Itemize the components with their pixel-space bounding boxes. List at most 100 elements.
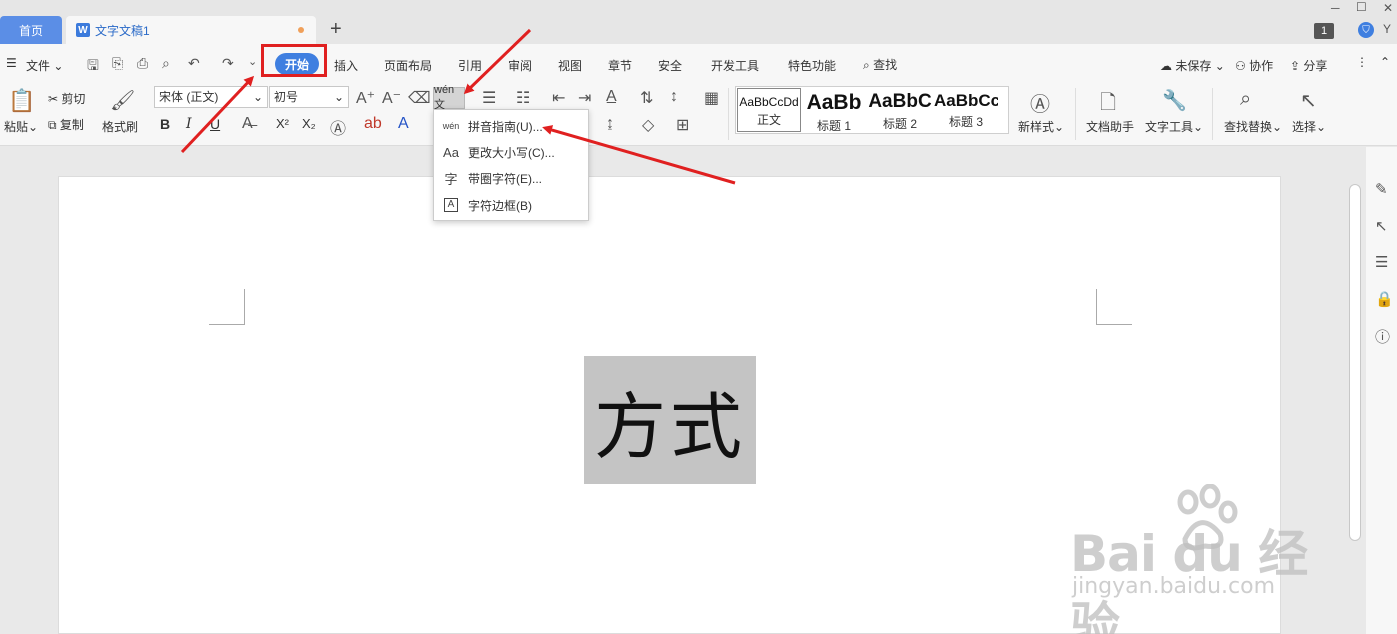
magnifier-icon[interactable]: ⌕ (1240, 88, 1251, 111)
copy-button[interactable]: ⧉ 复制 (48, 116, 84, 133)
cursor-icon[interactable]: ↖ (1300, 88, 1317, 113)
paragraph-mark-icon[interactable]: ▦ (704, 88, 719, 108)
strikethrough-icon[interactable]: A̶ (242, 115, 253, 133)
pen-icon[interactable]: ✎ (1375, 180, 1388, 198)
add-tab-button[interactable]: + (330, 18, 342, 41)
collaborate-button[interactable]: ⚇ 协作 (1235, 57, 1273, 74)
tab-document-label: 文字文稿1 (95, 23, 150, 38)
tab-insert[interactable]: 插入 (334, 57, 358, 74)
redo-icon[interactable]: ↷ (222, 55, 234, 72)
menu-item-phonetic-guide[interactable]: wén 拼音指南(U)... (434, 113, 588, 139)
numbered-list-icon[interactable]: ☷ (516, 88, 530, 108)
sort-icon[interactable]: ⇅ (640, 88, 653, 108)
share-icon: ⇪ (1290, 59, 1301, 73)
find-replace-button[interactable]: 查找替换⌄ (1224, 118, 1282, 135)
bullet-list-icon[interactable]: ☰ (482, 88, 496, 108)
wrench-icon[interactable]: 🔧 (1162, 88, 1187, 113)
bold-button[interactable]: B (160, 116, 170, 132)
tab-review[interactable]: 审阅 (508, 57, 532, 74)
more-icon[interactable]: ⋮ (1356, 55, 1368, 69)
paste-button[interactable]: 粘贴⌄ (4, 118, 38, 135)
border-icon[interactable]: ⊞ (676, 115, 689, 135)
tab-security[interactable]: 安全 (658, 57, 682, 74)
writer-doc-icon: W (76, 23, 90, 37)
tab-chapter[interactable]: 章节 (608, 57, 632, 74)
menu-item-char-border[interactable]: A 字符边框(B) (434, 192, 588, 218)
new-style-button[interactable]: 新样式⌄ (1018, 118, 1064, 135)
doc-helper-icon[interactable]: 🗋 (1100, 88, 1116, 122)
tab-page-layout[interactable]: 页面布局 (384, 57, 432, 74)
style-heading-2[interactable]: AaBbC 标题 2 (868, 91, 932, 132)
selected-text[interactable]: 方式 (584, 356, 756, 484)
superscript-button[interactable]: X² (276, 116, 289, 131)
tab-document[interactable]: W 文字文稿1 (66, 16, 316, 44)
italic-button[interactable]: I (186, 116, 192, 132)
tab-dev-tools[interactable]: 开发工具 (711, 57, 759, 74)
new-style-icon[interactable]: Ⓐ (1030, 88, 1050, 117)
scrollbar-thumb[interactable] (1349, 184, 1361, 541)
maximize-button[interactable]: ☐ (1356, 0, 1367, 14)
format-painter-button[interactable]: 格式刷 (102, 118, 138, 135)
select-button[interactable]: 选择⌄ (1292, 118, 1326, 135)
settings-sliders-icon[interactable]: ☰ (1375, 253, 1388, 271)
close-button[interactable]: ✕ (1383, 1, 1393, 15)
shrink-font-icon[interactable]: A⁻ (382, 88, 401, 108)
share-button[interactable]: ⇪ 分享 (1290, 57, 1327, 74)
increase-indent-icon[interactable]: ⇥ (578, 88, 591, 108)
export-icon[interactable]: ⎘ (112, 55, 123, 72)
save-icon[interactable]: 🖫 (87, 55, 99, 79)
format-painter-icon[interactable]: 🖌 (110, 88, 135, 113)
menu-item-enclosed-char[interactable]: 字 带圈字符(E)... (434, 165, 588, 191)
doc-helper-button[interactable]: 文档助手 (1086, 118, 1134, 135)
style-heading-3[interactable]: AaBbCc 标题 3 (934, 91, 998, 130)
tab-search[interactable]: ⌕ 查找 (863, 56, 897, 73)
eraser-icon[interactable]: ⌫ (408, 88, 431, 108)
help-icon[interactable]: ⓘ (1375, 326, 1390, 347)
line-height-icon[interactable]: ↨ (606, 115, 614, 133)
pointer-icon[interactable]: ↖ (1375, 217, 1388, 235)
font-color-icon[interactable]: A (398, 115, 409, 133)
phonetic-guide-button[interactable]: wén文 (433, 84, 465, 111)
text-tools-button[interactable]: 文字工具⌄ (1145, 118, 1203, 135)
phonetic-icon: wén (442, 121, 460, 131)
window-count-badge[interactable]: 1 (1314, 23, 1334, 39)
paste-icon[interactable]: 📋 (8, 88, 35, 114)
undo-icon[interactable]: ↶ (188, 55, 200, 72)
unsaved-dot-icon (298, 27, 304, 33)
print-preview-icon[interactable]: ⌕ (162, 55, 170, 72)
ribbon-separator (1212, 88, 1213, 140)
style-heading-1[interactable]: AaBb 标题 1 (802, 91, 866, 134)
grow-font-icon[interactable]: A⁺ (356, 88, 375, 108)
shading-icon[interactable]: ◇ (642, 115, 654, 135)
text-effect-icon[interactable]: Ⓐ (330, 115, 346, 139)
minimize-button[interactable]: ─ (1331, 1, 1340, 15)
style-normal[interactable]: AaBbCcDd 正文 (737, 88, 801, 132)
hamburger-icon[interactable]: ☰ (6, 56, 17, 70)
collapse-ribbon-icon[interactable]: ⌃ (1380, 55, 1390, 69)
tab-home[interactable]: 首页 (0, 16, 62, 44)
search-icon: ⌕ (863, 58, 870, 72)
cut-button[interactable]: ✂ 剪切 (48, 90, 85, 107)
copy-icon: ⧉ (48, 118, 57, 132)
change-case-icon[interactable]: A̲ (606, 88, 617, 106)
font-name-select[interactable]: 宋体 (正文) ⌄ (154, 86, 268, 108)
print-icon[interactable]: ⎙ (137, 55, 148, 72)
user-avatar[interactable]: Y (1383, 22, 1391, 36)
phonetic-dropdown-menu: wén 拼音指南(U)... Aa 更改大小写(C)... 字 带圈字符(E).… (433, 109, 589, 221)
menu-file[interactable]: 文件 ⌄ (26, 57, 63, 74)
account-shield-icon[interactable]: ⛉ (1358, 22, 1374, 38)
subscript-button[interactable]: X₂ (302, 116, 316, 131)
unsaved-status[interactable]: ☁ 未保存 ⌄ (1160, 57, 1225, 74)
underline-button[interactable]: U (210, 116, 220, 132)
decrease-indent-icon[interactable]: ⇤ (552, 88, 565, 108)
line-spacing-icon[interactable]: ↕ (670, 88, 678, 106)
font-size-select[interactable]: 初号 ⌄ (269, 86, 349, 108)
tab-reference[interactable]: 引用 (458, 57, 482, 74)
menu-item-change-case[interactable]: Aa 更改大小写(C)... (434, 139, 588, 165)
customize-chevron-icon[interactable]: ⌄ (248, 55, 257, 68)
tab-special[interactable]: 特色功能 (788, 57, 836, 74)
highlight-color-icon[interactable]: ab (364, 115, 382, 133)
margin-corner-top-left (209, 289, 245, 325)
lock-icon[interactable]: 🔒 (1375, 290, 1394, 308)
tab-view[interactable]: 视图 (558, 57, 582, 74)
